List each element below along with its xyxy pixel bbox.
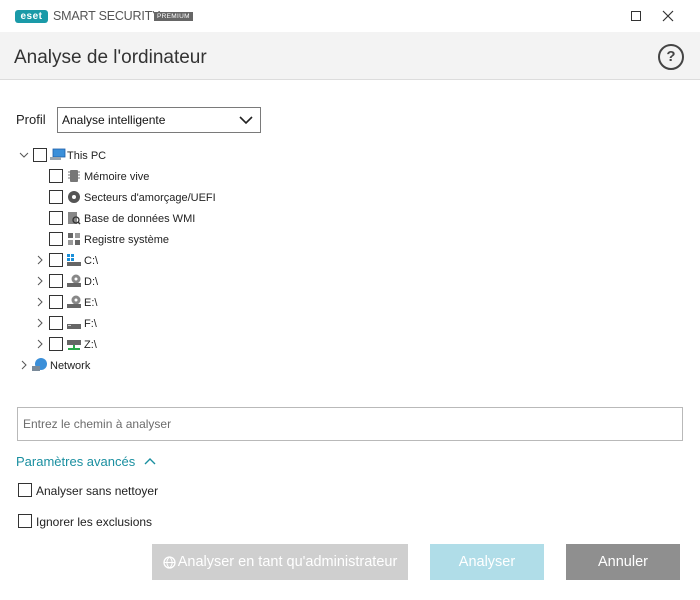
drive-c-checkbox[interactable]: [49, 253, 63, 267]
drive-label: Z:\: [84, 339, 97, 351]
ignore-exclusions-label: Ignorer les exclusions: [36, 515, 153, 529]
disc-icon: [68, 191, 80, 203]
maximize-icon: [631, 11, 641, 21]
expand-chevron-icon[interactable]: [35, 276, 45, 286]
network-drive-icon: [67, 340, 81, 350]
help-button[interactable]: ?: [658, 44, 684, 70]
ignore-exclusions-checkbox[interactable]: [18, 514, 32, 528]
profile-label: Profil: [16, 112, 46, 127]
scan-button[interactable]: Analyser: [430, 544, 544, 580]
close-button[interactable]: [656, 4, 680, 28]
cd-drive-icon: [67, 274, 81, 287]
this-pc-checkbox[interactable]: [33, 148, 47, 162]
expand-chevron-icon[interactable]: [35, 255, 45, 265]
tree-item-label: Base de données WMI: [84, 213, 196, 225]
page-title: Analyse de l'ordinateur: [14, 47, 207, 68]
app-name: SMART SECURITY: [53, 9, 161, 23]
close-icon: [662, 10, 674, 22]
boot-sectors-checkbox[interactable]: [49, 190, 63, 204]
drive-label: D:\: [84, 276, 99, 288]
tree-item-label: Registre système: [84, 234, 169, 246]
windows-drive-icon: [67, 254, 81, 266]
memory-icon: [68, 170, 80, 182]
scan-without-cleaning-checkbox[interactable]: [18, 483, 32, 497]
scan-without-cleaning-label: Analyser sans nettoyer: [36, 484, 159, 498]
expand-chevron-icon[interactable]: [35, 318, 45, 328]
profile-selected-value: Analyse intelligente: [62, 113, 166, 127]
registry-icon: [68, 233, 80, 245]
expand-chevron-icon[interactable]: [35, 339, 45, 349]
profile-select[interactable]: Analyse intelligente: [57, 107, 261, 133]
drive-label: C:\: [84, 255, 99, 267]
tree-item-label: Secteurs d'amorçage/UEFI: [84, 192, 216, 204]
tree-root-label: This PC: [67, 150, 107, 162]
scan-as-admin-button[interactable]: Analyser en tant qu'administrateur: [152, 544, 408, 580]
chevron-up-icon[interactable]: [144, 457, 156, 467]
wmi-icon: [68, 212, 81, 225]
drive-label: F:\: [84, 318, 97, 330]
path-input[interactable]: [17, 407, 683, 441]
scan-as-admin-label: Analyser en tant qu'administrateur: [177, 554, 398, 570]
drive-d-checkbox[interactable]: [49, 274, 63, 288]
page-header: Analyse de l'ordinateur ?: [0, 32, 700, 80]
network-globe-icon: [32, 358, 47, 371]
tree-network-label: Network: [50, 360, 91, 372]
chevron-down-icon: [239, 116, 253, 125]
memory-checkbox[interactable]: [49, 169, 63, 183]
maximize-button[interactable]: [624, 4, 648, 28]
tree-item-label: Mémoire vive: [84, 171, 150, 183]
collapse-chevron-icon[interactable]: [19, 150, 29, 160]
expand-chevron-icon[interactable]: [19, 360, 29, 370]
cd-drive-icon: [67, 295, 81, 308]
computer-icon: [50, 148, 66, 160]
drive-e-checkbox[interactable]: [49, 295, 63, 309]
expand-chevron-icon[interactable]: [35, 297, 45, 307]
shield-globe-icon: [163, 556, 176, 569]
wmi-checkbox[interactable]: [49, 211, 63, 225]
cancel-button[interactable]: Annuler: [566, 544, 680, 580]
advanced-settings-link[interactable]: Paramètres avancés: [16, 454, 135, 469]
drive-icon: [67, 324, 81, 329]
drive-z-checkbox[interactable]: [49, 337, 63, 351]
drive-f-checkbox[interactable]: [49, 316, 63, 330]
premium-badge: PREMIUM: [154, 12, 193, 21]
title-bar: eset SMART SECURITY PREMIUM: [0, 0, 700, 32]
drive-label: E:\: [84, 297, 98, 309]
eset-logo: eset: [15, 10, 48, 23]
registry-checkbox[interactable]: [49, 232, 63, 246]
